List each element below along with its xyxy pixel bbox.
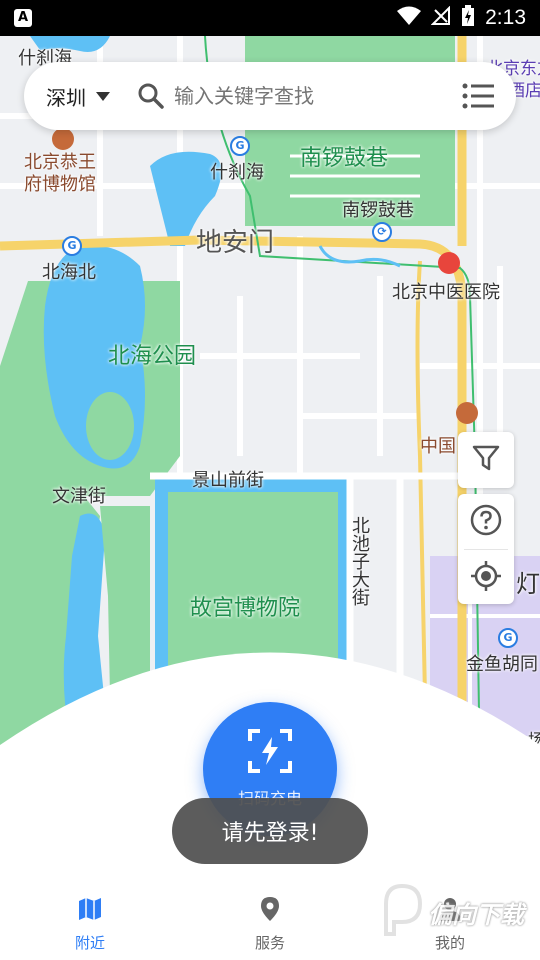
map-label-nanluoguxiang-area: 南锣鼓巷: [300, 146, 389, 171]
search-input[interactable]: [172, 83, 436, 109]
nav-label-service: 服务: [254, 934, 285, 952]
locate-icon: [470, 560, 502, 596]
watermark-text: 偏向下载: [428, 900, 524, 929]
scan-icon: [248, 729, 292, 777]
app-notification-icon: A: [14, 9, 32, 27]
nav-item-service[interactable]: 服务: [180, 878, 360, 960]
filter-button[interactable]: [458, 432, 514, 488]
map-label-nanluoguxiang-station: 南锣鼓巷: [342, 200, 414, 221]
map-label-beichizi: 北池子大街: [349, 516, 370, 606]
map-icon: [77, 896, 103, 926]
search-icon: [138, 83, 164, 109]
map-label-beihaibei: 北海北: [42, 262, 96, 283]
battery-charging-icon: [461, 4, 475, 32]
map-label-edge-right: 场: [528, 730, 540, 749]
subway-station-icon[interactable]: G: [62, 236, 82, 256]
chevron-down-icon: [96, 91, 110, 101]
wifi-icon: [397, 6, 422, 31]
museum-poi-icon[interactable]: [456, 402, 478, 424]
login-toast: 请先登录!: [172, 798, 368, 864]
subway-station-icon[interactable]: G: [498, 628, 518, 648]
status-bar: A 2:13: [0, 0, 540, 36]
map-label-jinyuhutong: 金鱼胡同: [466, 654, 538, 675]
signal-off-icon: [430, 5, 451, 31]
city-label: 深圳: [46, 85, 86, 110]
subway-transfer-icon[interactable]: ⟳: [372, 222, 392, 242]
city-selector[interactable]: 深圳: [46, 82, 110, 111]
watermark-logo-icon: [382, 883, 423, 940]
map-label-jingshan: 景山前街: [192, 470, 264, 491]
map-label-dianmen: 地安门: [196, 228, 275, 258]
map-label-shichahai-station: 什刹海: [210, 162, 264, 183]
museum-poi-icon[interactable]: [52, 128, 74, 150]
map-label-zhongguo: 中国: [420, 436, 456, 457]
map-label-gongwangfu: 北京恭王 府博物馆: [24, 152, 96, 195]
map-tool-group: [458, 494, 514, 604]
help-icon: [470, 504, 502, 540]
map-label-beihai-park: 北海公园: [108, 344, 197, 369]
location-pin-icon: [259, 896, 281, 926]
filter-icon: [471, 443, 501, 477]
map-label-gugong: 故宫博物院: [190, 596, 301, 621]
subway-station-icon[interactable]: G: [230, 136, 250, 156]
search-bar: 深圳: [24, 62, 516, 130]
nav-item-nearby[interactable]: 附近: [0, 878, 180, 960]
map-label-wenjin: 文津街: [52, 486, 106, 507]
list-menu-icon[interactable]: [462, 83, 494, 109]
map-label-zhongyi-hospital: 北京中医医院: [392, 282, 500, 303]
map-label-deng: 灯: [516, 570, 540, 598]
hospital-poi-icon[interactable]: [438, 252, 460, 274]
status-time: 2:13: [485, 6, 526, 29]
help-button[interactable]: [458, 494, 514, 549]
watermark: 偏向下载: [382, 883, 524, 940]
locate-button[interactable]: [458, 550, 514, 605]
nav-label-nearby: 附近: [74, 934, 105, 952]
